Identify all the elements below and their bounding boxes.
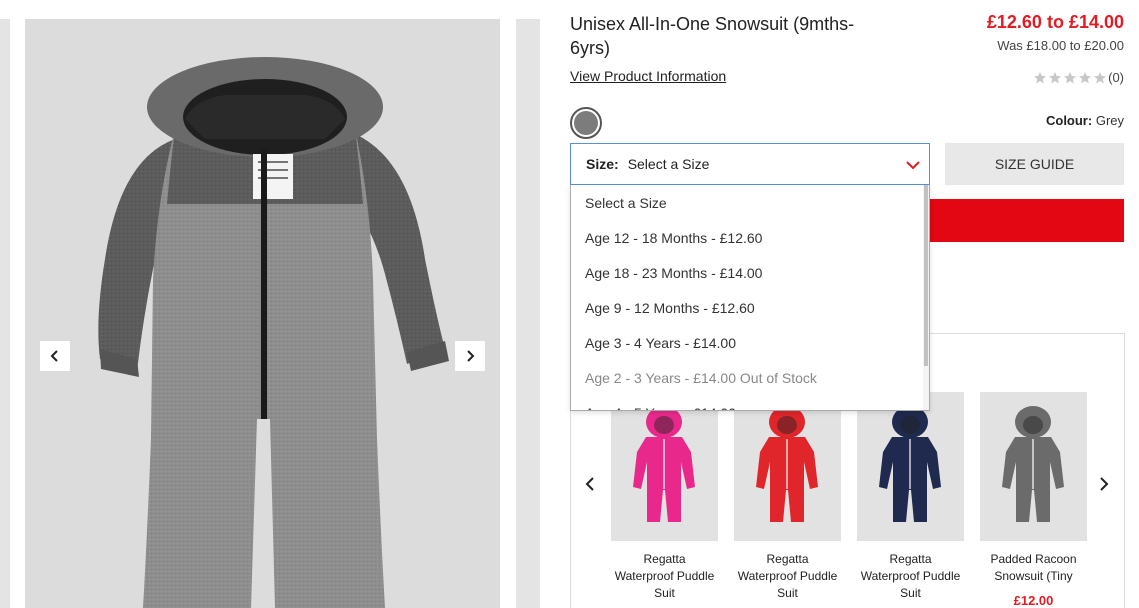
was-price: Was £18.00 to £20.00: [997, 38, 1124, 53]
suit-image: [633, 406, 695, 522]
product-main-image: [25, 19, 500, 608]
product-title: Unisex All-In-One Snowsuit (9mths-6yrs): [570, 14, 855, 58]
recommendation-card[interactable]: Regatta Waterproof Puddle Suit£12.60: [857, 392, 964, 608]
suit-image: [1002, 406, 1064, 522]
previous-image-panel[interactable]: [0, 19, 10, 608]
recommendation-name: Regatta Waterproof Puddle Suit: [737, 552, 838, 600]
size-option[interactable]: Age 3 - 4 Years - £14.00: [571, 326, 929, 361]
size-options-list: Select a Size Age 12 - 18 Months - £12.60…: [571, 185, 929, 410]
view-product-information-link[interactable]: View Product Information: [570, 68, 726, 84]
rating-count: (0): [1108, 70, 1124, 85]
chevron-right-icon: [1100, 477, 1109, 491]
size-option[interactable]: Age 9 - 12 Months - £12.60: [571, 291, 929, 326]
recommendation-name: Padded Racoon Snowsuit (Tiny: [990, 552, 1077, 583]
colour-label-key: Colour:: [1045, 113, 1093, 128]
recs-prev-button[interactable]: [580, 470, 600, 498]
star-icon: [1049, 71, 1062, 83]
size-option[interactable]: Select a Size: [571, 185, 929, 221]
size-guide-button[interactable]: SIZE GUIDE: [945, 143, 1124, 185]
size-selected-value: Select a Size: [627, 156, 710, 172]
gallery-next-button[interactable]: [455, 341, 485, 371]
size-label: Size:: [586, 156, 619, 172]
size-dropdown[interactable]: Select a Size Age 12 - 18 Months - £12.60…: [570, 185, 930, 411]
recommendation-price: £12.00: [1013, 593, 1054, 608]
swatch-fill: [574, 111, 598, 135]
chevron-right-icon: [467, 350, 475, 362]
rating-stars: [1033, 71, 1107, 85]
next-image-panel[interactable]: [516, 19, 540, 608]
dropdown-scrollbar[interactable]: [923, 185, 929, 410]
star-icon: [1064, 71, 1077, 83]
star-icon: [1079, 71, 1092, 83]
rating[interactable]: (0): [1033, 70, 1124, 85]
chevron-down-icon: [906, 161, 920, 170]
recommendation-card[interactable]: Regatta Waterproof Puddle Suit£18.00: [611, 392, 718, 608]
snowsuit-image: [98, 57, 449, 608]
size-option[interactable]: Age 12 - 18 Months - £12.60: [571, 221, 929, 256]
suit-image: [879, 406, 941, 522]
recommendation-card[interactable]: Regatta Waterproof Puddle Suit£12.60: [734, 392, 841, 608]
recommendation-card[interactable]: Padded Racoon Snowsuit (Tiny £12.00: [980, 392, 1087, 608]
star-icon: [1034, 71, 1047, 83]
recommendation-image: [734, 392, 841, 541]
colour-label: Colour: Grey: [1046, 113, 1124, 128]
colour-value: Grey: [1095, 113, 1124, 128]
recs-next-button[interactable]: [1094, 470, 1114, 498]
colour-swatch-grey[interactable]: [570, 107, 602, 139]
recommendation-name: Regatta Waterproof Puddle Suit: [614, 552, 715, 600]
recommendation-image: [857, 392, 964, 541]
size-select[interactable]: Size: Select a Size: [570, 143, 930, 185]
recommendation-image: [980, 392, 1087, 541]
dropdown-scrollbar-thumb[interactable]: [924, 185, 928, 366]
size-option[interactable]: Age 4 - 5 Years - £14.00: [571, 396, 929, 410]
recommendation-image: [611, 392, 718, 541]
gallery-prev-button[interactable]: [40, 341, 70, 371]
size-option[interactable]: Age 18 - 23 Months - £14.00: [571, 256, 929, 291]
product-price: £12.60 to £14.00: [986, 12, 1124, 32]
recommendation-name: Regatta Waterproof Puddle Suit: [860, 552, 961, 600]
suit-image: [756, 406, 818, 522]
chevron-left-icon: [585, 477, 594, 491]
size-option[interactable]: Age 2 - 3 Years - £14.00 Out of Stock: [571, 361, 929, 396]
chevron-left-icon: [50, 350, 58, 362]
star-icon: [1094, 71, 1107, 83]
